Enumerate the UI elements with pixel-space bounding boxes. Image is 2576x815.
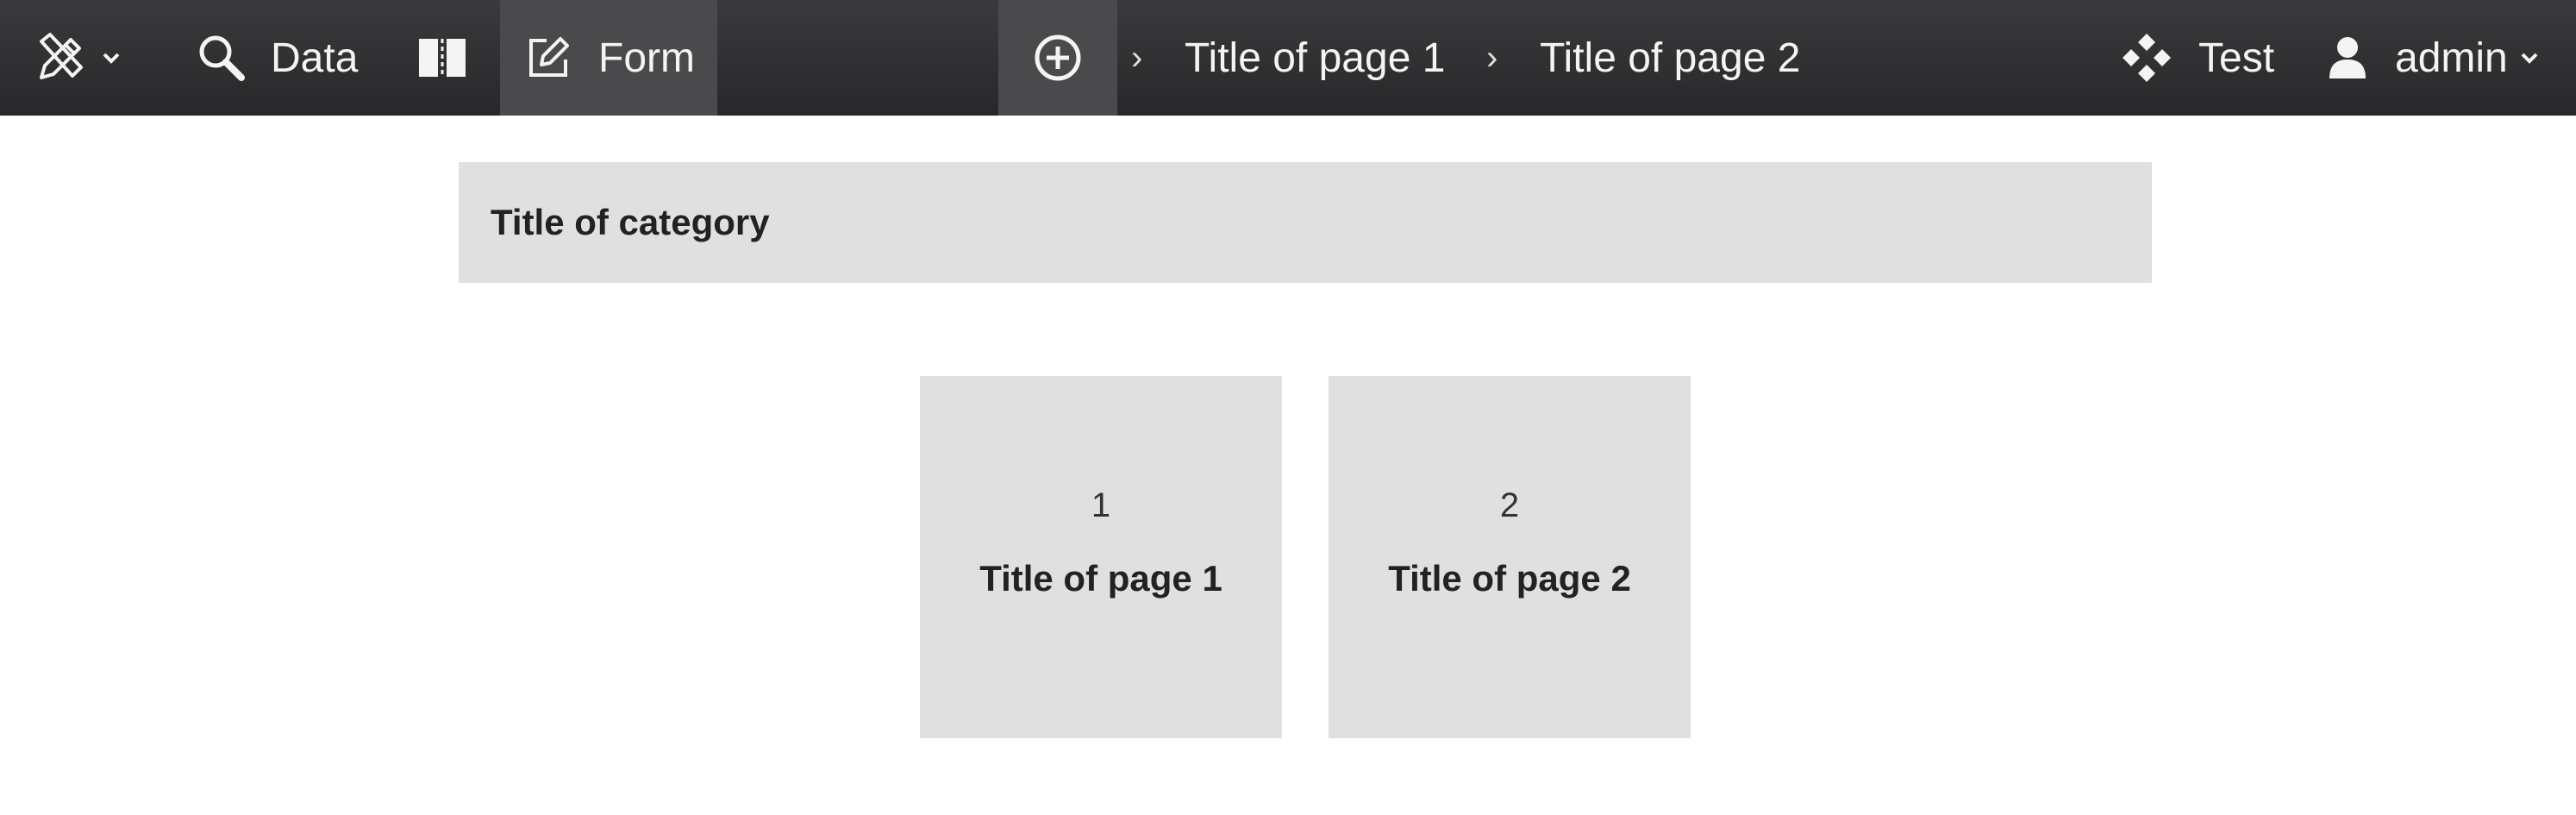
- chevron-down-icon: [103, 53, 120, 64]
- split-columns-icon: [419, 39, 466, 77]
- breadcrumb-separator: ›: [1486, 38, 1498, 77]
- page-title: Title of page 2: [1388, 558, 1631, 599]
- top-toolbar: Data Form › Title of page 1 › Title of p…: [0, 0, 2576, 116]
- page-tile-1[interactable]: 1 Title of page 1: [920, 376, 1282, 738]
- user-menu-button[interactable]: admin: [2328, 0, 2560, 116]
- breadcrumb-item-page-2[interactable]: Title of page 2: [1540, 0, 1800, 116]
- data-label: Data: [271, 34, 359, 81]
- data-button[interactable]: Data: [178, 0, 367, 116]
- category-title: Title of category: [491, 202, 770, 242]
- breadcrumb-label: Title of page 2: [1540, 34, 1801, 81]
- plus-circle-icon: [1035, 34, 1081, 81]
- breadcrumb-separator: ›: [1131, 38, 1143, 77]
- breadcrumb-item-page-1[interactable]: Title of page 1: [1185, 0, 1445, 116]
- breadcrumb-label: Title of page 1: [1185, 34, 1446, 81]
- page-number: 2: [1499, 486, 1520, 524]
- page-number: 1: [1091, 486, 1111, 524]
- add-page-button[interactable]: [998, 0, 1117, 116]
- test-label: Test: [2198, 34, 2275, 81]
- edit-form-icon: [529, 37, 569, 77]
- category-header: Title of category: [459, 162, 2152, 283]
- pencil-ruler-icon: [40, 33, 83, 79]
- test-button[interactable]: Test: [2121, 0, 2293, 116]
- chevron-down-icon: [2521, 53, 2538, 64]
- form-label: Form: [598, 34, 695, 81]
- diamond-grid-icon: [2123, 34, 2171, 82]
- design-menu-button[interactable]: [16, 0, 145, 116]
- page-title: Title of page 1: [979, 558, 1222, 599]
- form-button[interactable]: Form: [500, 0, 717, 116]
- user-icon: [2329, 37, 2366, 78]
- page-tile-2[interactable]: 2 Title of page 2: [1329, 376, 1691, 738]
- layout-toggle-button[interactable]: [403, 0, 481, 116]
- magnifier-icon: [199, 35, 245, 81]
- user-label: admin: [2395, 34, 2508, 81]
